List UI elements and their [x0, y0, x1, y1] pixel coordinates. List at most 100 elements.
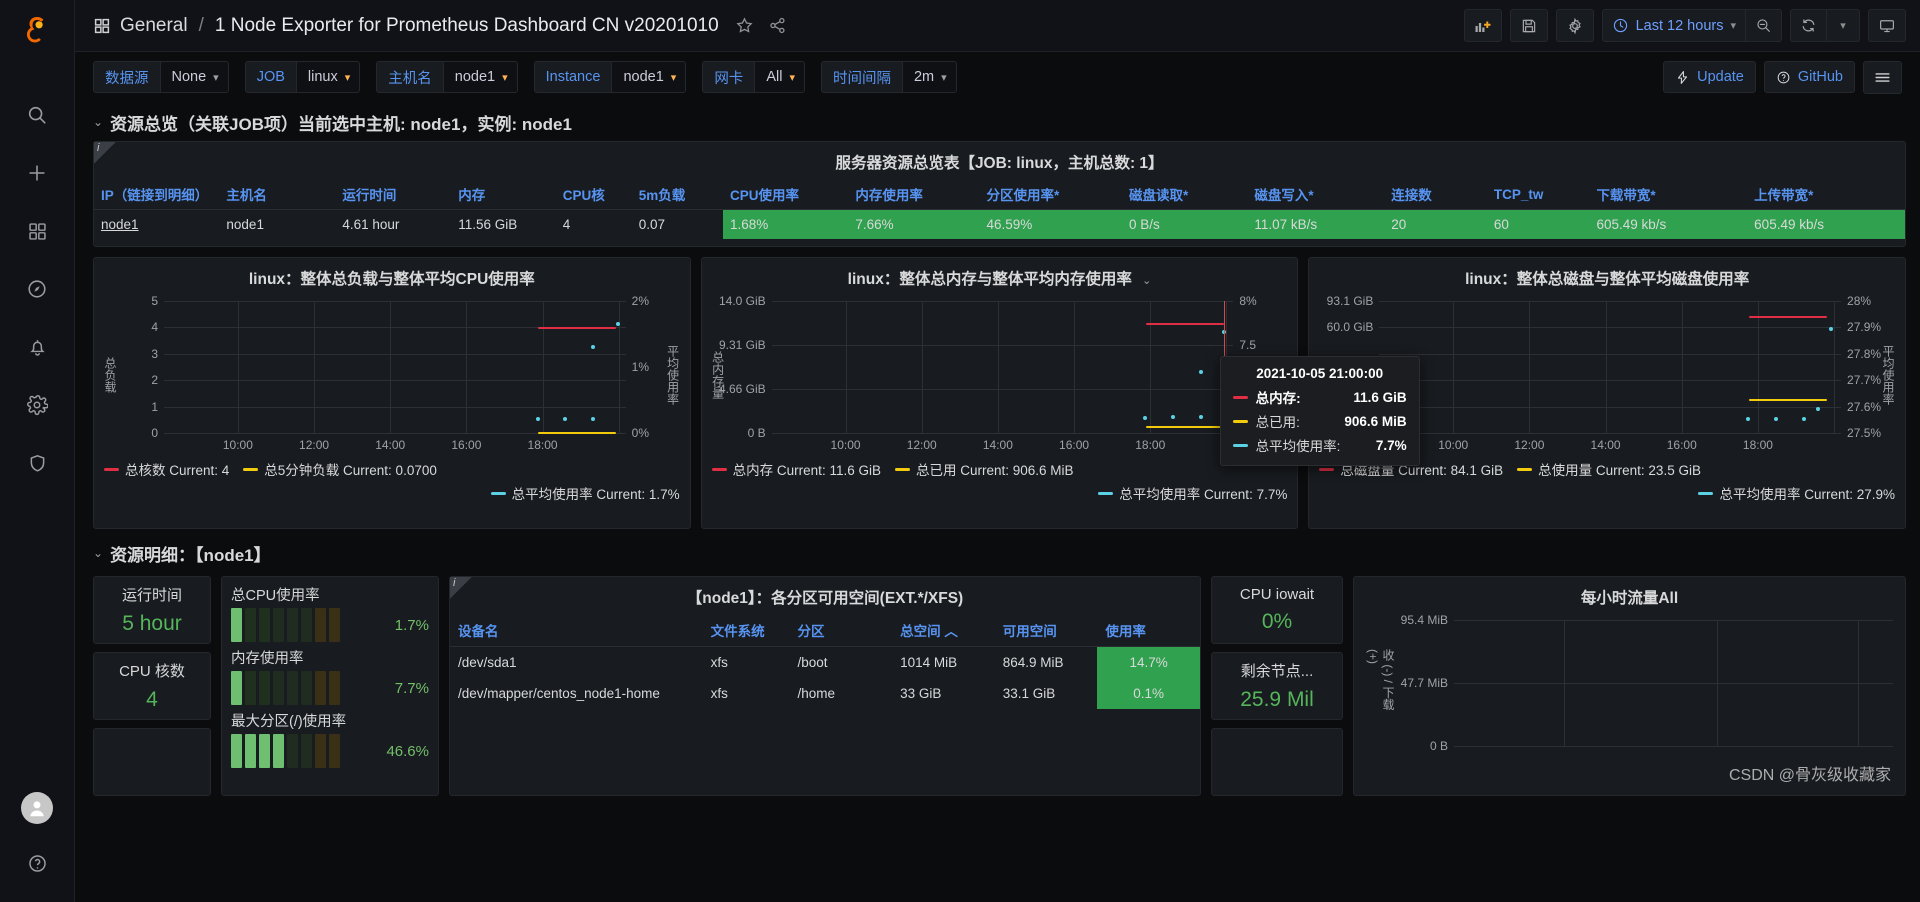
cell-cpu-usage: 1.68% — [722, 209, 849, 239]
variable-instance: Instance node1 ▾ — [533, 61, 687, 93]
legend-item[interactable]: 总平均使用率 Current: 7.7% — [1098, 483, 1287, 503]
variable-value-picker[interactable]: linux ▾ — [295, 61, 361, 93]
refresh-button[interactable] — [1790, 9, 1827, 42]
stat-placeholder[interactable] — [93, 728, 211, 796]
stat-uptime[interactable]: 运行时间 5 hour — [93, 576, 211, 644]
breadcrumb-separator: / — [198, 14, 204, 36]
y2-tick: 27.9% — [1847, 320, 1882, 335]
col-disk-read[interactable]: 磁盘读取* — [1121, 179, 1248, 210]
legend-label: 总已用 Current: 906.6 MiB — [915, 463, 1074, 478]
legend-item[interactable]: 总内存 Current: 11.6 GiB — [711, 459, 881, 479]
chart-area-memory[interactable]: 总内存量 14.0 GiB 9.31 GiB 4.66 GiB 0 B 8% 7… — [708, 294, 1292, 455]
col-mountpoint[interactable]: 分区 — [789, 614, 893, 647]
row-title: 资源明细：【node1】 — [110, 545, 271, 565]
panel-info-icon[interactable]: i — [94, 142, 116, 164]
tv-mode-button[interactable] — [1868, 9, 1906, 42]
cell-device: /dev/sda1 — [458, 655, 517, 670]
github-link[interactable]: GitHub — [1763, 61, 1855, 93]
star-icon[interactable] — [735, 16, 754, 35]
y2-tick: 27.5% — [1847, 426, 1882, 440]
col-cpu-cores[interactable]: CPU核 — [555, 179, 632, 210]
stat-free-inodes[interactable]: 剩余节点... 25.9 Mil — [1211, 652, 1343, 720]
legend-item[interactable]: 总平均使用率 Current: 1.7% — [490, 483, 680, 503]
avatar[interactable] — [21, 792, 53, 824]
share-icon[interactable] — [768, 16, 787, 35]
col-total-space[interactable]: 总空间 ︿ — [892, 614, 995, 647]
breadcrumb-folder[interactable]: General — [120, 15, 188, 37]
col-ip[interactable]: IP（链接到明细） — [94, 179, 220, 210]
y2-tick: 2% — [631, 294, 650, 308]
col-partition-usage[interactable]: 分区使用率* — [979, 179, 1122, 210]
legend-item[interactable]: 总使用量 Current: 23.5 GiB — [1517, 459, 1701, 479]
variable-hostname: 主机名 node1 ▾ — [376, 61, 518, 93]
alerting-icon[interactable] — [20, 330, 54, 364]
gauge-value: 1.7% — [394, 616, 429, 634]
dashboards-icon[interactable] — [20, 214, 54, 248]
dashboard-toolbar: General / 1 Node Exporter for Prometheus… — [75, 0, 1920, 52]
tooltip-series-name: 总已用: — [1255, 415, 1300, 430]
cell-hostname: node1 — [226, 217, 264, 232]
refresh-interval-picker[interactable]: ▾ — [1827, 9, 1860, 42]
stat-placeholder-right[interactable] — [1211, 728, 1343, 796]
col-available-space[interactable]: 可用空间 — [994, 614, 1098, 647]
col-tcp-tw[interactable]: TCP_tw — [1486, 179, 1590, 210]
y2-axis-title: 平均使用率 — [665, 345, 680, 405]
col-disk-write[interactable]: 磁盘写入* — [1247, 179, 1385, 210]
chevron-down-icon[interactable]: ⌄ — [1142, 275, 1151, 287]
chart-area-load[interactable]: 总负载 平均使用率 5 4 3 2 1 0 2% 1% 0% 10:00 12:… — [100, 294, 684, 455]
y-tick: 4 — [151, 320, 158, 335]
stat-cpu-iowait[interactable]: CPU iowait 0% — [1211, 576, 1343, 644]
legend-item[interactable]: 总5分钟负载 Current: 0.0700 — [243, 459, 437, 479]
traffic-chart-panel: 每小时流量All 收 (-) / 下载 (+) 95.4 MiB 47.7 Mi… — [1353, 576, 1906, 796]
col-filesystem[interactable]: 文件系统 — [702, 614, 790, 647]
tooltip-swatch — [1232, 443, 1248, 447]
col-mem-usage[interactable]: 内存使用率 — [848, 179, 980, 210]
series-dot — [1829, 327, 1834, 332]
series-dot — [616, 322, 621, 327]
cell-tcp-tw: 60 — [1486, 209, 1590, 239]
variable-value-picker[interactable]: None ▾ — [159, 61, 229, 93]
col-upload[interactable]: 上传带宽* — [1747, 179, 1905, 210]
variable-value-picker[interactable]: 2m ▾ — [901, 61, 957, 93]
dashboard-settings-button[interactable] — [1555, 9, 1594, 42]
col-load5m[interactable]: 5m负载 — [631, 179, 723, 210]
explore-icon[interactable] — [20, 272, 54, 306]
search-icon[interactable] — [20, 98, 54, 132]
legend-item[interactable]: 总核数 Current: 4 — [104, 459, 229, 479]
legend-item[interactable]: 总平均使用率 Current: 27.9% — [1698, 483, 1895, 503]
col-hostname[interactable]: 主机名 — [219, 179, 336, 210]
col-memory[interactable]: 内存 — [451, 179, 556, 210]
cell-upload: 605.49 kb/s — [1747, 209, 1905, 239]
hamburger-menu-icon[interactable] — [1863, 60, 1902, 94]
stat-cpu-cores[interactable]: CPU 核数 4 — [93, 652, 211, 720]
configuration-icon[interactable] — [20, 388, 54, 422]
shield-icon[interactable] — [20, 446, 54, 480]
variable-value-picker[interactable]: All ▾ — [754, 61, 805, 93]
zoom-out-time-button[interactable] — [1746, 9, 1782, 42]
panel-info-icon[interactable]: i — [450, 577, 472, 599]
plus-icon[interactable] — [20, 156, 54, 190]
row-header-overview[interactable]: ⌄ 资源总览（关联JOB项）当前选中主机: node1，实例: node1 — [93, 107, 1906, 137]
variable-value-picker[interactable]: node1 ▾ — [442, 61, 518, 93]
add-panel-button[interactable] — [1463, 9, 1502, 42]
col-download[interactable]: 下载带宽* — [1589, 179, 1748, 210]
col-connections[interactable]: 连接数 — [1384, 179, 1487, 210]
chart-area-traffic[interactable]: 收 (-) / 下载 (+) 95.4 MiB 47.7 MiB 0 B — [1360, 613, 1899, 754]
variable-value-picker[interactable]: node1 ▾ — [611, 61, 687, 93]
row-header-detail[interactable]: ⌄ 资源明细：【node1】 — [93, 538, 1906, 568]
page-title[interactable]: 1 Node Exporter for Prometheus Dashboard… — [215, 15, 719, 37]
gauge-bars — [231, 671, 340, 705]
time-range-picker[interactable]: Last 12 hours ▾ — [1601, 9, 1746, 42]
col-cpu-usage[interactable]: CPU使用率 — [722, 179, 849, 210]
help-icon[interactable] — [20, 846, 54, 880]
save-dashboard-button[interactable] — [1509, 9, 1548, 42]
update-link[interactable]: Update — [1663, 61, 1756, 93]
x-tick: 10:00 — [1438, 438, 1469, 452]
legend-swatch — [1698, 491, 1714, 495]
cell-ip[interactable]: node1 — [94, 210, 219, 240]
col-usage[interactable]: 使用率 — [1097, 614, 1200, 647]
legend-item[interactable]: 总已用 Current: 906.6 MiB — [894, 459, 1074, 479]
grafana-logo[interactable] — [17, 12, 57, 52]
col-uptime[interactable]: 运行时间 — [335, 179, 452, 210]
col-device[interactable]: 设备名 — [450, 614, 703, 647]
